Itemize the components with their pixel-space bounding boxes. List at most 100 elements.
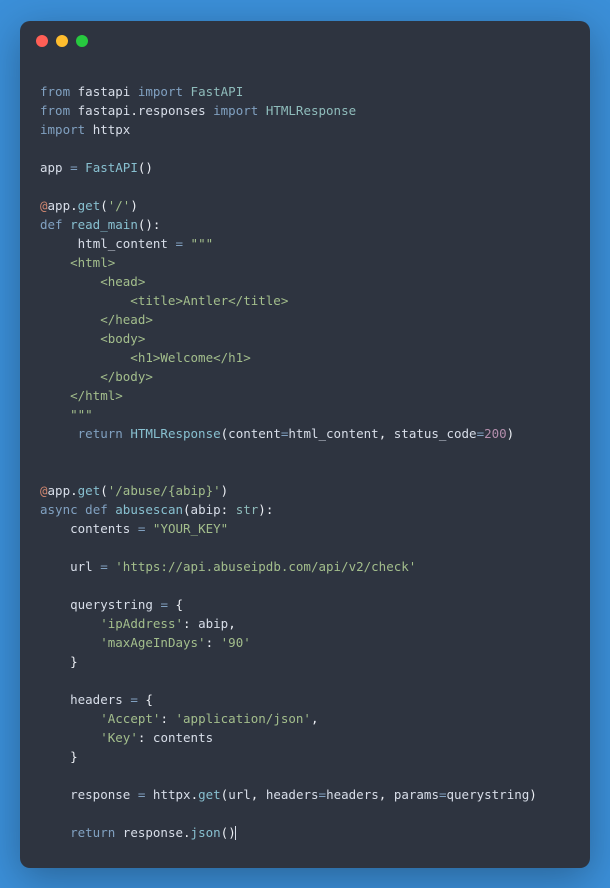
dot: .	[70, 198, 78, 213]
class-name: FastAPI	[191, 84, 244, 99]
variable: headers	[326, 787, 379, 802]
keyword-from: from	[40, 84, 70, 99]
brace: }	[70, 749, 78, 764]
string: "YOUR_KEY"	[153, 521, 228, 536]
method: get	[78, 483, 101, 498]
keyword-def: def	[85, 502, 108, 517]
string: 'Accept'	[100, 711, 160, 726]
dot: .	[183, 825, 191, 840]
variable: response	[123, 825, 183, 840]
brace: {	[176, 597, 184, 612]
method: get	[198, 787, 221, 802]
operator: =	[100, 559, 108, 574]
paren: (	[100, 483, 108, 498]
string: 'application/json'	[176, 711, 311, 726]
function-call: HTMLResponse	[130, 426, 220, 441]
code-content[interactable]: from fastapi import FastAPI from fastapi…	[20, 57, 590, 868]
comma: ,	[228, 616, 236, 631]
function-call: FastAPI	[85, 160, 138, 175]
variable: headers	[70, 692, 123, 707]
class-name: HTMLResponse	[266, 103, 356, 118]
operator: =	[439, 787, 447, 802]
keyword-def: def	[40, 217, 63, 232]
string: 'Key'	[100, 730, 138, 745]
module-ref: httpx	[153, 787, 191, 802]
string: '/'	[108, 198, 131, 213]
maximize-icon[interactable]	[76, 35, 88, 47]
variable: querystring	[447, 787, 530, 802]
paren: )	[258, 502, 266, 517]
string: 'ipAddress'	[100, 616, 183, 631]
variable: querystring	[70, 597, 153, 612]
comma: ,	[379, 426, 387, 441]
string: """	[191, 236, 214, 251]
keyword-from: from	[40, 103, 70, 118]
string: 'https://api.abuseipdb.com/api/v2/check'	[115, 559, 416, 574]
string: 'maxAgeInDays'	[100, 635, 205, 650]
module-name: fastapi	[78, 103, 131, 118]
colon: :	[138, 730, 146, 745]
colon: :	[266, 502, 274, 517]
method: json	[191, 825, 221, 840]
operator: =	[477, 426, 485, 441]
string: </head>	[40, 312, 153, 327]
colon: :	[153, 217, 161, 232]
string: <title>Antler</title>	[40, 293, 288, 308]
kwarg: content	[228, 426, 281, 441]
keyword-return: return	[70, 825, 115, 840]
parens: ()	[138, 217, 153, 232]
colon: :	[221, 502, 229, 517]
variable: contents	[70, 521, 130, 536]
colon: :	[206, 635, 214, 650]
operator: =	[138, 787, 146, 802]
keyword-return: return	[78, 426, 123, 441]
code-editor-window: from fastapi import FastAPI from fastapi…	[20, 21, 590, 868]
brace: }	[70, 654, 78, 669]
module-name: httpx	[93, 122, 131, 137]
kwarg: headers	[266, 787, 319, 802]
operator: =	[130, 692, 138, 707]
operator: =	[70, 160, 78, 175]
string: </body>	[40, 369, 153, 384]
type: str	[236, 502, 259, 517]
module-name: responses	[138, 103, 206, 118]
method: get	[78, 198, 101, 213]
keyword-import: import	[40, 122, 85, 137]
string: """	[40, 407, 93, 422]
param: abip	[191, 502, 221, 517]
operator: =	[319, 787, 327, 802]
keyword-import: import	[213, 103, 258, 118]
paren: )	[145, 160, 153, 175]
number: 200	[484, 426, 507, 441]
comma: ,	[311, 711, 319, 726]
brace: {	[145, 692, 153, 707]
string: <body>	[40, 331, 145, 346]
string: '90'	[221, 635, 251, 650]
operator: =	[175, 236, 183, 251]
variable: response	[70, 787, 130, 802]
dot: .	[130, 103, 138, 118]
keyword-import: import	[138, 84, 183, 99]
paren: (	[100, 198, 108, 213]
dot: .	[70, 483, 78, 498]
kwarg: status_code	[394, 426, 477, 441]
paren: (	[183, 502, 191, 517]
function-name: read_main	[70, 217, 138, 232]
module-name: fastapi	[78, 84, 131, 99]
variable: html_content	[288, 426, 378, 441]
dot: .	[191, 787, 199, 802]
comma: ,	[251, 787, 259, 802]
paren: )	[507, 426, 515, 441]
minimize-icon[interactable]	[56, 35, 68, 47]
variable: abip	[198, 616, 228, 631]
keyword-async: async	[40, 502, 78, 517]
colon: :	[183, 616, 191, 631]
operator: =	[138, 521, 146, 536]
variable: html_content	[78, 236, 168, 251]
cursor-icon	[235, 826, 236, 840]
close-icon[interactable]	[36, 35, 48, 47]
paren: )	[130, 198, 138, 213]
paren: )	[529, 787, 537, 802]
colon: :	[160, 711, 168, 726]
variable: url	[228, 787, 251, 802]
